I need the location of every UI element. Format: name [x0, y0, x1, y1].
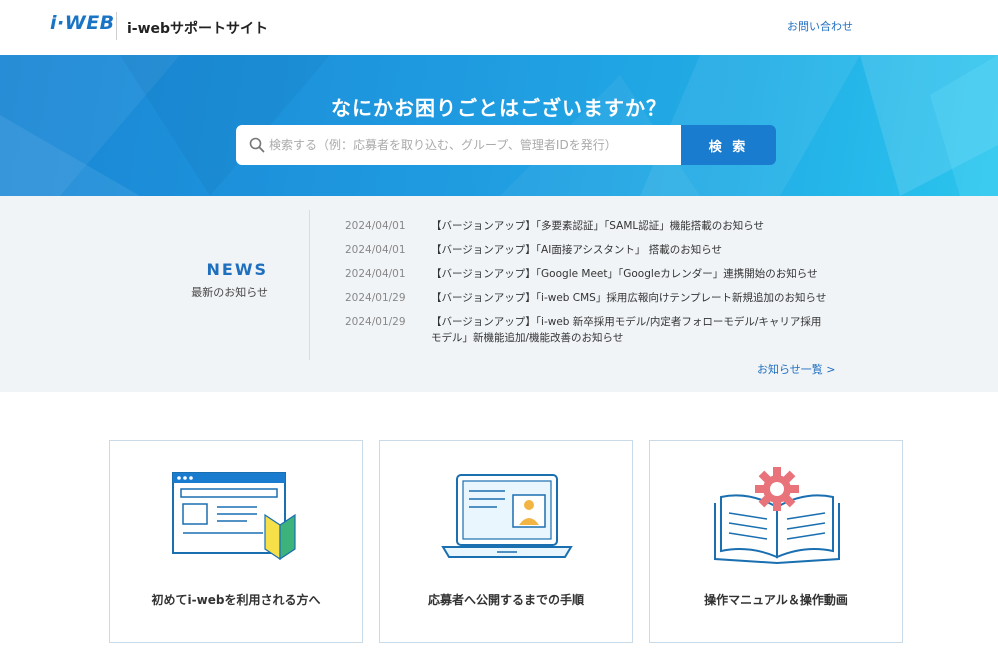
hero-banner: なにかお困りごとはございますか？ 検 索	[0, 55, 998, 196]
news-date: 2024/04/01	[345, 244, 406, 256]
news-title[interactable]: 【バージョンアップ】「i-web CMS」採用広報向けテンプレート新規追加のお知…	[431, 290, 831, 306]
news-title[interactable]: 【バージョンアップ】「多要素認証」「SAML認証」機能搭載のお知らせ	[431, 218, 831, 234]
news-divider	[309, 210, 310, 360]
hero-title: なにかお困りごとはございますか？	[331, 96, 667, 120]
search-box	[236, 125, 682, 165]
news-section: NEWS 最新のお知らせ 2024/04/01 【バージョンアップ】「多要素認証…	[0, 196, 998, 392]
news-heading: NEWS	[206, 260, 268, 279]
news-date: 2024/04/01	[345, 268, 406, 280]
news-item[interactable]: 2024/01/29 【バージョンアップ】「i-web 新卒採用モデル/内定者フ…	[345, 314, 835, 346]
card-label: 初めてi-webを利用される方へ	[151, 593, 321, 607]
card-label: 操作マニュアル＆操作動画	[704, 593, 848, 607]
site-title[interactable]: i-webサポートサイト	[127, 18, 268, 38]
news-more-link[interactable]: お知らせ一覧 >	[757, 361, 836, 377]
browser-beginner-icon	[172, 472, 296, 561]
news-date: 2024/04/01	[345, 220, 406, 232]
news-title[interactable]: 【バージョンアップ】「i-web 新卒採用モデル/内定者フォローモデル/キャリア…	[431, 314, 831, 346]
news-list: 2024/04/01 【バージョンアップ】「多要素認証」「SAML認証」機能搭載…	[345, 218, 835, 354]
news-item[interactable]: 2024/04/01 【バージョンアップ】「Google Meet」「Googl…	[345, 266, 835, 282]
news-date: 2024/01/29	[345, 292, 406, 304]
card-publish-steps[interactable]: 応募者へ公開するまでの手順	[379, 440, 633, 643]
news-date: 2024/01/29	[345, 316, 406, 328]
laptop-profile-icon	[441, 474, 573, 558]
iweb-logo[interactable]: i·WEB	[50, 12, 115, 34]
manual-gear-icon	[714, 467, 840, 565]
site-header: i·WEB i-webサポートサイト お問い合わせ	[0, 0, 998, 55]
news-subheading: 最新のお知らせ	[191, 286, 268, 299]
news-item[interactable]: 2024/04/01 【バージョンアップ】「AI面接アシスタント」 搭載のお知ら…	[345, 242, 835, 258]
card-manual[interactable]: 操作マニュアル＆操作動画	[649, 440, 903, 643]
header-divider	[116, 12, 117, 40]
card-label: 応募者へ公開するまでの手順	[427, 593, 584, 607]
card-beginner[interactable]: 初めてi-webを利用される方へ	[109, 440, 363, 643]
search-input[interactable]	[269, 125, 674, 165]
news-item[interactable]: 2024/01/29 【バージョンアップ】「i-web CMS」採用広報向けテン…	[345, 290, 835, 306]
contact-link[interactable]: お問い合わせ	[787, 18, 853, 34]
news-item[interactable]: 2024/04/01 【バージョンアップ】「多要素認証」「SAML認証」機能搭載…	[345, 218, 835, 234]
search-button[interactable]: 検 索	[681, 125, 776, 165]
news-title[interactable]: 【バージョンアップ】「AI面接アシスタント」 搭載のお知らせ	[431, 242, 831, 258]
search-icon	[249, 137, 265, 153]
news-title[interactable]: 【バージョンアップ】「Google Meet」「Googleカレンダー」連携開始…	[431, 266, 831, 282]
